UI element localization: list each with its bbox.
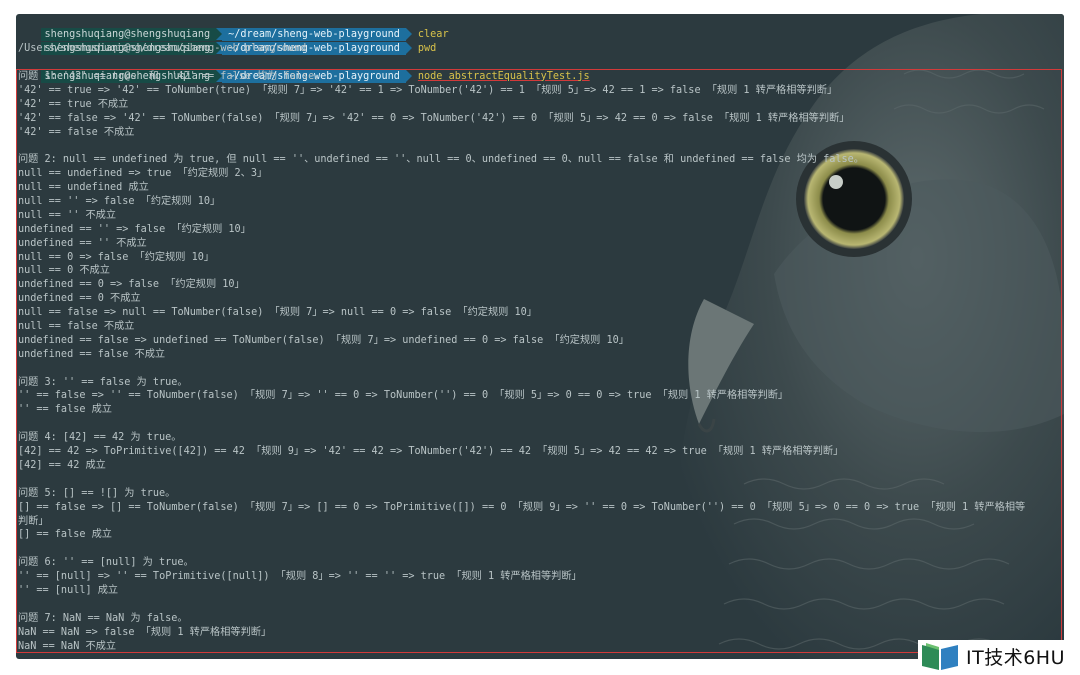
output-line: 问题 2: null == undefined 为 true, 但 null =… (18, 154, 864, 166)
output-line: 问题 1: '42' == true 和 '42' == false 均为 fa… (18, 71, 325, 82)
output-line: null == '' 不成立 (18, 209, 117, 221)
output-line: 问题 6: '' == [null] 为 true。 (18, 557, 194, 569)
output-line: 问题 4: [42] == 42 为 true。 (18, 432, 182, 444)
output-line: NaN == NaN => false 「规则 1 转严格相等判断」 (18, 626, 272, 638)
output-line: '' == [null] => '' == ToPrimitive([null]… (18, 571, 582, 583)
output-line: undefined == '' => false 「约定规则 10」 (18, 223, 251, 235)
output-line: 问题 7: NaN == NaN 为 false。 (18, 612, 188, 624)
output-line: null == undefined 成立 (18, 182, 149, 194)
output-line: undefined == 0 不成立 (18, 293, 141, 305)
output-line: null == 0 不成立 (18, 265, 110, 277)
output-line: '' == [null] 成立 (18, 584, 119, 596)
output-line: [42] == 42 成立 (18, 459, 106, 471)
output-line: null == false => null == ToNumber(false)… (18, 307, 537, 319)
output-line: '42' == false 不成立 (18, 126, 135, 138)
output-line: 问题 5: [] == ![] 为 true。 (18, 487, 176, 499)
output-line: 判断」 (18, 515, 49, 527)
output-line: undefined == 0 => false 「约定规则 10」 (18, 279, 245, 291)
output-line: undefined == false => undefined == ToNum… (18, 334, 629, 346)
output-line: [] == false => [] == ToNumber(false) 「规则… (18, 501, 1026, 513)
output-line: null == '' => false 「约定规则 10」 (18, 196, 221, 208)
output-line: undefined == '' 不成立 (18, 237, 147, 249)
output-line: '' == false => '' == ToNumber(false) 「规则… (18, 390, 789, 402)
terminal-window[interactable]: shengshuqiang@shengshuqiang ~/dream/sheng… (16, 14, 1064, 659)
output-line: '42' == false => '42' == ToNumber(false)… (18, 112, 850, 124)
output-line: null == 0 => false 「约定规则 10」 (18, 251, 215, 263)
output-line: [] == false 成立 (18, 529, 112, 541)
output-line: '' == false 成立 (18, 404, 112, 416)
output-line: null == undefined => true 「约定规则 2、3」 (18, 168, 268, 180)
output-line: null == false 不成立 (18, 321, 135, 333)
prompt-line: shengshuqiang@shengshuqiang ~/dream/sheng… (16, 28, 1064, 55)
output-line: '42' == true 不成立 (18, 98, 129, 110)
trailing-prompt: shengshuqiang@shengshuqiang~/dream/sheng… (16, 653, 412, 659)
book-icon (922, 643, 958, 670)
command-output[interactable]: 问题 1: '42' == true 和 '42' == false 均为 fa… (16, 69, 1062, 653)
prompt-line: shengshuqiang@shengshuqiang ~/dream/sheng… (16, 14, 1064, 41)
watermark: IT技术6HU (918, 640, 1071, 672)
output-line: '42' == true => '42' == ToNumber(true) 「… (18, 84, 838, 96)
output-line: 问题 3: '' == false 为 true。 (18, 376, 188, 388)
output-line: undefined == false 不成立 (18, 348, 166, 360)
prompt-line: shengshuqiang@shengshuqiang ~/dream/sheng… (16, 56, 1064, 83)
output-line: NaN == NaN 不成立 (18, 640, 117, 652)
pwd-output: /Users/shengshuqiang/dream/sheng-web-pla… (18, 42, 307, 54)
watermark-text: IT技术6HU (966, 646, 1065, 669)
output-line: [42] == 42 => ToPrimitive([42]) == 42 「规… (18, 446, 844, 458)
